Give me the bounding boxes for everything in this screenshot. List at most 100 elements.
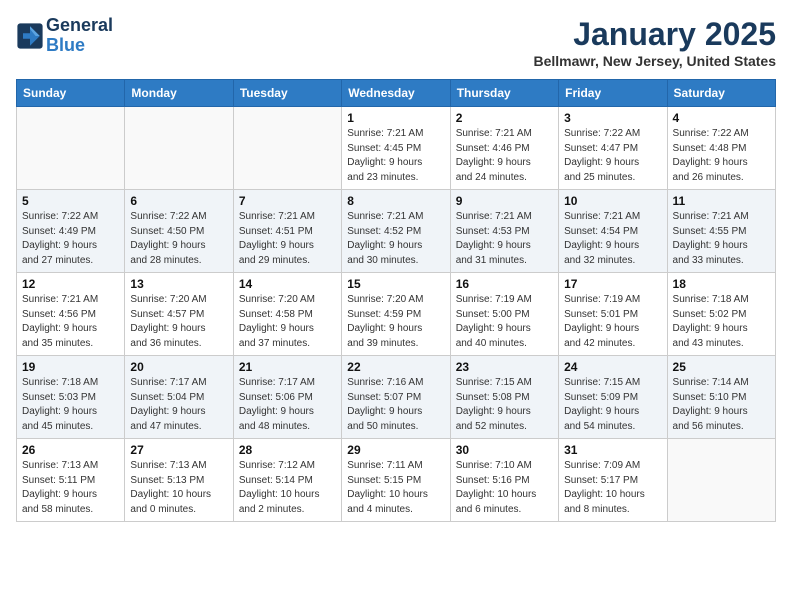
day-number: 16 <box>456 277 553 291</box>
week-row-2: 5 Sunrise: 7:22 AM Sunset: 4:49 PM Daylig… <box>17 190 776 273</box>
day-number: 31 <box>564 443 661 457</box>
logo-icon <box>16 22 44 50</box>
calendar-cell: 19Sunrise: 7:18 AM Sunset: 5:03 PM Dayli… <box>17 356 125 439</box>
calendar-cell: 30Sunrise: 7:10 AM Sunset: 5:16 PM Dayli… <box>450 439 558 522</box>
day-info: Sunrise: 7:18 AM Sunset: 5:02 PM Dayligh… <box>673 293 770 351</box>
day-info: Sunrise: 7:20 AM Sunset: 4:58 PM Dayligh… <box>239 293 336 351</box>
calendar-cell: 2 Sunrise: 7:21 AM Sunset: 4:46 PM Daylig… <box>450 107 558 190</box>
calendar-cell: 22Sunrise: 7:16 AM Sunset: 5:07 PM Dayli… <box>342 356 450 439</box>
day-number: 29 <box>347 443 444 457</box>
location: Bellmawr, New Jersey, United States <box>533 53 776 69</box>
day-number: 9 <box>456 194 553 208</box>
day-number: 8 <box>347 194 444 208</box>
calendar-table: SundayMondayTuesdayWednesdayThursdayFrid… <box>16 79 776 522</box>
logo-line1: General <box>46 16 113 36</box>
month-title: January 2025 <box>533 16 776 53</box>
day-number: 21 <box>239 360 336 374</box>
day-number: 28 <box>239 443 336 457</box>
day-info: Sunrise: 7:13 AM Sunset: 5:11 PM Dayligh… <box>22 459 119 517</box>
logo-text: General Blue <box>46 16 113 56</box>
day-info: Sunrise: 7:11 AM Sunset: 5:15 PM Dayligh… <box>347 459 444 517</box>
weekday-header-sunday: Sunday <box>17 80 125 107</box>
calendar-cell: 8 Sunrise: 7:21 AM Sunset: 4:52 PM Daylig… <box>342 190 450 273</box>
page-header: General Blue January 2025 Bellmawr, New … <box>16 16 776 69</box>
calendar-cell: 11 Sunrise: 7:21 AM Sunset: 4:55 PM Dayli… <box>667 190 775 273</box>
calendar-cell: 31 Sunrise: 7:09 AM Sunset: 5:17 PM Dayli… <box>559 439 667 522</box>
day-number: 12 <box>22 277 119 291</box>
day-number: 7 <box>239 194 336 208</box>
day-number: 22 <box>347 360 444 374</box>
weekday-header-saturday: Saturday <box>667 80 775 107</box>
day-info: Sunrise: 7:21 AM Sunset: 4:51 PM Dayligh… <box>239 210 336 268</box>
weekday-header-thursday: Thursday <box>450 80 558 107</box>
logo-line2: Blue <box>46 36 113 56</box>
calendar-cell: 3 Sunrise: 7:22 AM Sunset: 4:47 PM Daylig… <box>559 107 667 190</box>
day-info: Sunrise: 7:17 AM Sunset: 5:04 PM Dayligh… <box>130 376 227 434</box>
day-number: 14 <box>239 277 336 291</box>
day-number: 23 <box>456 360 553 374</box>
calendar-cell: 14 Sunrise: 7:20 AM Sunset: 4:58 PM Dayli… <box>233 273 341 356</box>
day-info: Sunrise: 7:17 AM Sunset: 5:06 PM Dayligh… <box>239 376 336 434</box>
calendar-cell <box>233 107 341 190</box>
day-number: 18 <box>673 277 770 291</box>
week-row-1: 1 Sunrise: 7:21 AM Sunset: 4:45 PM Daylig… <box>17 107 776 190</box>
title-block: January 2025 Bellmawr, New Jersey, Unite… <box>533 16 776 69</box>
day-info: Sunrise: 7:21 AM Sunset: 4:53 PM Dayligh… <box>456 210 553 268</box>
day-info: Sunrise: 7:21 AM Sunset: 4:55 PM Dayligh… <box>673 210 770 268</box>
day-number: 2 <box>456 111 553 125</box>
day-info: Sunrise: 7:20 AM Sunset: 4:59 PM Dayligh… <box>347 293 444 351</box>
day-number: 20 <box>130 360 227 374</box>
calendar-cell: 18 Sunrise: 7:18 AM Sunset: 5:02 PM Dayli… <box>667 273 775 356</box>
calendar-cell: 1 Sunrise: 7:21 AM Sunset: 4:45 PM Daylig… <box>342 107 450 190</box>
day-info: Sunrise: 7:15 AM Sunset: 5:08 PM Dayligh… <box>456 376 553 434</box>
day-info: Sunrise: 7:19 AM Sunset: 5:00 PM Dayligh… <box>456 293 553 351</box>
calendar-cell: 4Sunrise: 7:22 AM Sunset: 4:48 PM Daylig… <box>667 107 775 190</box>
day-number: 5 <box>22 194 119 208</box>
day-number: 17 <box>564 277 661 291</box>
day-info: Sunrise: 7:21 AM Sunset: 4:52 PM Dayligh… <box>347 210 444 268</box>
day-info: Sunrise: 7:22 AM Sunset: 4:47 PM Dayligh… <box>564 127 661 185</box>
day-number: 3 <box>564 111 661 125</box>
day-info: Sunrise: 7:13 AM Sunset: 5:13 PM Dayligh… <box>130 459 227 517</box>
day-number: 10 <box>564 194 661 208</box>
week-row-5: 26 Sunrise: 7:13 AM Sunset: 5:11 PM Dayli… <box>17 439 776 522</box>
logo: General Blue <box>16 16 113 56</box>
day-info: Sunrise: 7:21 AM Sunset: 4:46 PM Dayligh… <box>456 127 553 185</box>
day-number: 26 <box>22 443 119 457</box>
day-info: Sunrise: 7:09 AM Sunset: 5:17 PM Dayligh… <box>564 459 661 517</box>
day-number: 1 <box>347 111 444 125</box>
day-info: Sunrise: 7:12 AM Sunset: 5:14 PM Dayligh… <box>239 459 336 517</box>
day-number: 15 <box>347 277 444 291</box>
calendar-cell: 7 Sunrise: 7:21 AM Sunset: 4:51 PM Daylig… <box>233 190 341 273</box>
day-number: 13 <box>130 277 227 291</box>
day-number: 25 <box>673 360 770 374</box>
day-number: 11 <box>673 194 770 208</box>
calendar-cell: 15 Sunrise: 7:20 AM Sunset: 4:59 PM Dayli… <box>342 273 450 356</box>
day-info: Sunrise: 7:15 AM Sunset: 5:09 PM Dayligh… <box>564 376 661 434</box>
day-info: Sunrise: 7:14 AM Sunset: 5:10 PM Dayligh… <box>673 376 770 434</box>
calendar-cell: 21 Sunrise: 7:17 AM Sunset: 5:06 PM Dayli… <box>233 356 341 439</box>
weekday-header-wednesday: Wednesday <box>342 80 450 107</box>
calendar-cell: 12Sunrise: 7:21 AM Sunset: 4:56 PM Dayli… <box>17 273 125 356</box>
day-info: Sunrise: 7:22 AM Sunset: 4:49 PM Dayligh… <box>22 210 119 268</box>
day-number: 24 <box>564 360 661 374</box>
day-number: 6 <box>130 194 227 208</box>
calendar-cell: 28 Sunrise: 7:12 AM Sunset: 5:14 PM Dayli… <box>233 439 341 522</box>
calendar-cell <box>125 107 233 190</box>
weekday-header-row: SundayMondayTuesdayWednesdayThursdayFrid… <box>17 80 776 107</box>
day-info: Sunrise: 7:18 AM Sunset: 5:03 PM Dayligh… <box>22 376 119 434</box>
day-info: Sunrise: 7:22 AM Sunset: 4:50 PM Dayligh… <box>130 210 227 268</box>
calendar-cell: 26 Sunrise: 7:13 AM Sunset: 5:11 PM Dayli… <box>17 439 125 522</box>
week-row-3: 12Sunrise: 7:21 AM Sunset: 4:56 PM Dayli… <box>17 273 776 356</box>
weekday-header-friday: Friday <box>559 80 667 107</box>
day-info: Sunrise: 7:21 AM Sunset: 4:54 PM Dayligh… <box>564 210 661 268</box>
day-info: Sunrise: 7:20 AM Sunset: 4:57 PM Dayligh… <box>130 293 227 351</box>
calendar-cell: 24 Sunrise: 7:15 AM Sunset: 5:09 PM Dayli… <box>559 356 667 439</box>
day-info: Sunrise: 7:21 AM Sunset: 4:45 PM Dayligh… <box>347 127 444 185</box>
calendar-cell: 23 Sunrise: 7:15 AM Sunset: 5:08 PM Dayli… <box>450 356 558 439</box>
calendar-cell: 6 Sunrise: 7:22 AM Sunset: 4:50 PM Daylig… <box>125 190 233 273</box>
calendar-cell: 29 Sunrise: 7:11 AM Sunset: 5:15 PM Dayli… <box>342 439 450 522</box>
weekday-header-monday: Monday <box>125 80 233 107</box>
calendar-cell <box>667 439 775 522</box>
week-row-4: 19Sunrise: 7:18 AM Sunset: 5:03 PM Dayli… <box>17 356 776 439</box>
